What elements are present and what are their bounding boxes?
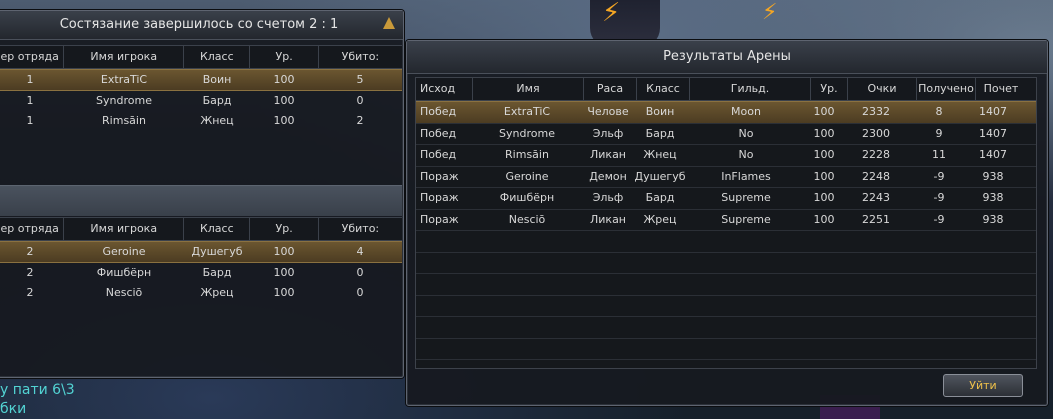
- spark-effect-icon: ⚡: [762, 0, 778, 25]
- table-row[interactable]: 2 Nesciō Жрец 100 0: [0, 283, 402, 303]
- table-row[interactable]: Побед Syndrome Эльф Бард No 100 2300 9 1…: [416, 124, 1036, 145]
- team-separator: [0, 185, 402, 216]
- empty-row: [416, 274, 1036, 296]
- col-name[interactable]: Имя: [473, 78, 584, 100]
- table-row[interactable]: Пораж Nesciō Ликан Жрец Supreme 100 2251…: [416, 210, 1036, 231]
- col-honor[interactable]: Почет: [976, 78, 1026, 100]
- chat-line: у пати 6\3: [0, 382, 75, 398]
- empty-row: [416, 253, 1036, 274]
- empty-row: [416, 317, 1036, 339]
- arena-results-window: Результаты Арены Исход Имя Раса Класс Ги…: [406, 40, 1048, 406]
- table-row[interactable]: 2 Фишбёрн Бард 100 0: [0, 263, 402, 283]
- table-row[interactable]: 2 Geroine Душегуб 100 4: [0, 241, 402, 263]
- col-received[interactable]: Получено: [917, 78, 976, 100]
- col-team[interactable]: ер отряда: [0, 46, 65, 68]
- table-row[interactable]: Побед Rimsāin Ликан Жнец No 100 2228 11 …: [416, 145, 1036, 167]
- table-header: Исход Имя Раса Класс Гильд. Ур. Очки Пол…: [416, 78, 1036, 101]
- window-title[interactable]: Состязание завершилось со счетом 2 : 1: [0, 11, 403, 40]
- table-row[interactable]: Пораж Фишбёрн Эльф Бард Supreme 100 2243…: [416, 188, 1036, 210]
- chat-line: бки: [0, 401, 27, 417]
- spark-effect-icon: ⚡: [602, 0, 621, 28]
- table-row[interactable]: 1 ExtraTiC Воин 100 5: [0, 69, 402, 91]
- col-level[interactable]: Ур.: [250, 218, 319, 240]
- results-table: Исход Имя Раса Класс Гильд. Ур. Очки Пол…: [415, 77, 1037, 369]
- table-header: ер отряда Имя игрока Класс Ур. Убито:: [0, 217, 402, 241]
- table-row[interactable]: Побед ExtraTiC Челове Воин Moon 100 2332…: [416, 101, 1036, 124]
- team1-table: ер отряда Имя игрока Класс Ур. Убито: 1 …: [0, 45, 402, 131]
- col-level[interactable]: Ур.: [811, 78, 848, 100]
- col-name[interactable]: Имя игрока: [64, 218, 185, 240]
- col-race[interactable]: Раса: [584, 78, 637, 100]
- col-level[interactable]: Ур.: [250, 46, 319, 68]
- col-kills[interactable]: Убито:: [319, 46, 402, 68]
- table-row[interactable]: 1 Syndrome Бард 100 0: [0, 91, 402, 111]
- col-name[interactable]: Имя игрока: [64, 46, 185, 68]
- empty-row: [416, 339, 1036, 360]
- team2-table: ер отряда Имя игрока Класс Ур. Убито: 2 …: [0, 217, 402, 303]
- empty-row: [416, 231, 1036, 253]
- collapse-icon[interactable]: [383, 17, 395, 29]
- empty-row: [416, 296, 1036, 317]
- table-row[interactable]: 1 Rimsāin Жнец 100 2: [0, 111, 402, 131]
- col-result[interactable]: Исход: [416, 78, 473, 100]
- table-row[interactable]: Пораж Geroine Демон Душегуб InFlames 100…: [416, 167, 1036, 188]
- col-guild[interactable]: Гильд.: [690, 78, 811, 100]
- col-class[interactable]: Класс: [184, 218, 251, 240]
- col-class[interactable]: Класс: [184, 46, 251, 68]
- window-title[interactable]: Результаты Арены: [407, 41, 1047, 74]
- match-score-window: Состязание завершилось со счетом 2 : 1 е…: [0, 10, 404, 378]
- leave-button[interactable]: Уйти: [943, 374, 1023, 397]
- table-header: ер отряда Имя игрока Класс Ур. Убито:: [0, 45, 402, 69]
- col-team[interactable]: ер отряда: [0, 218, 65, 240]
- col-kills[interactable]: Убито:: [319, 218, 402, 240]
- col-class[interactable]: Класс: [637, 78, 690, 100]
- col-points[interactable]: Очки: [848, 78, 917, 100]
